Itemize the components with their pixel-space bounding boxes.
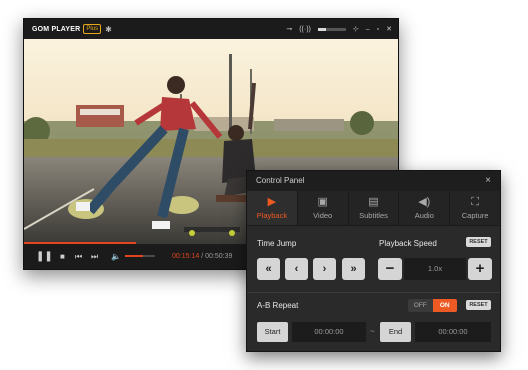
pin-icon[interactable]: ⊹ xyxy=(353,25,359,33)
jump-back-far-button[interactable]: « xyxy=(257,258,280,280)
key-icon[interactable]: ⊸ xyxy=(286,25,292,33)
image-icon: ▣ xyxy=(317,196,328,208)
tab-playback[interactable]: ▶ Playback xyxy=(247,191,298,225)
ab-end-button[interactable]: End xyxy=(380,322,411,342)
speed-reset-button[interactable]: RESET xyxy=(466,237,491,247)
subtitles-icon: ▤ xyxy=(368,196,379,208)
speed-value: 1.0x xyxy=(404,258,466,280)
tab-label: Video xyxy=(313,211,333,220)
speed-increase-button[interactable]: + xyxy=(468,258,492,280)
previous-icon[interactable]: ⏮ xyxy=(75,244,82,269)
ab-repeat-label: A-B Repeat xyxy=(257,301,299,310)
plus-badge: Plus xyxy=(83,24,102,34)
close-icon[interactable]: × xyxy=(485,171,491,191)
titlebar-controls: ⊸ ((·)) ⊹ – ▫ ✕ xyxy=(286,19,392,39)
plus-icon: + xyxy=(475,260,485,277)
section-divider xyxy=(247,292,500,293)
ab-end-time[interactable]: 00:00:00 xyxy=(415,322,491,342)
volume-fill xyxy=(125,255,143,257)
ab-start-time[interactable]: 00:00:00 xyxy=(292,322,366,342)
play-icon: ▶ xyxy=(267,196,277,208)
chevron-right-icon: › xyxy=(322,263,327,275)
close-icon[interactable]: ✕ xyxy=(386,25,392,33)
speed-decrease-button[interactable]: − xyxy=(378,258,402,280)
app-name: GOM PLAYER xyxy=(32,25,81,33)
playback-speed-label: Playback Speed xyxy=(379,239,437,248)
current-time: 00:15:14 xyxy=(172,253,200,260)
panel-title: Control Panel xyxy=(256,176,305,185)
tab-label: Playback xyxy=(256,211,288,220)
jump-back-button[interactable]: ‹ xyxy=(285,258,308,280)
chevron-left-icon: ‹ xyxy=(294,263,299,275)
pause-icon[interactable]: ❚❚ xyxy=(36,244,53,269)
range-separator: ~ xyxy=(370,327,375,336)
time-jump-label: Time Jump xyxy=(257,239,297,248)
gear-icon[interactable]: ✱ xyxy=(105,25,112,34)
double-chevron-left-icon: « xyxy=(265,263,272,275)
title-volume-slider[interactable] xyxy=(317,27,346,31)
capture-icon: ⛶ xyxy=(471,196,479,208)
title-volume-fill xyxy=(317,27,327,31)
time-display: 00:15:14 / 00:50:39 xyxy=(172,244,232,269)
tab-audio[interactable]: ◀) Audio xyxy=(399,191,451,225)
tab-capture[interactable]: ⛶ Capture xyxy=(450,191,500,225)
tab-label: Audio xyxy=(414,211,434,220)
tab-label: Subtitles xyxy=(359,211,388,220)
jump-forward-button[interactable]: › xyxy=(313,258,336,280)
tab-video[interactable]: ▣ Video xyxy=(298,191,349,225)
tab-subtitles[interactable]: ▤ Subtitles xyxy=(349,191,400,225)
tab-label: Capture xyxy=(461,211,489,220)
player-titlebar[interactable]: GOM PLAYER Plus ✱ ⊸ ((·)) ⊹ – ▫ ✕ xyxy=(24,19,398,39)
ab-reset-button[interactable]: RESET xyxy=(466,300,491,310)
surround-icon[interactable]: ((·)) xyxy=(299,26,311,33)
minimize-icon[interactable]: – xyxy=(366,26,370,33)
restore-icon[interactable]: ▫ xyxy=(377,26,379,33)
total-time: 00:50:39 xyxy=(205,253,233,260)
toggle-off[interactable]: OFF xyxy=(408,299,433,312)
panel-tabs: ▶ Playback ▣ Video ▤ Subtitles ◀) Audio … xyxy=(247,191,500,226)
double-chevron-right-icon: » xyxy=(350,263,357,275)
toggle-on[interactable]: ON xyxy=(432,299,457,312)
volume-icon[interactable]: 🔈 xyxy=(111,244,121,269)
ab-repeat-toggle[interactable]: OFF ON xyxy=(408,299,457,312)
ab-start-button[interactable]: Start xyxy=(257,322,288,342)
volume-slider[interactable] xyxy=(125,255,155,257)
panel-titlebar[interactable]: Control Panel × xyxy=(247,171,500,191)
next-icon[interactable]: ⏭ xyxy=(91,244,98,269)
jump-forward-far-button[interactable]: » xyxy=(342,258,365,280)
stop-icon[interactable]: ■ xyxy=(60,244,65,269)
control-panel: Control Panel × ▶ Playback ▣ Video ▤ Sub… xyxy=(246,170,501,352)
speaker-icon: ◀) xyxy=(418,196,431,208)
minus-icon: − xyxy=(385,260,395,277)
